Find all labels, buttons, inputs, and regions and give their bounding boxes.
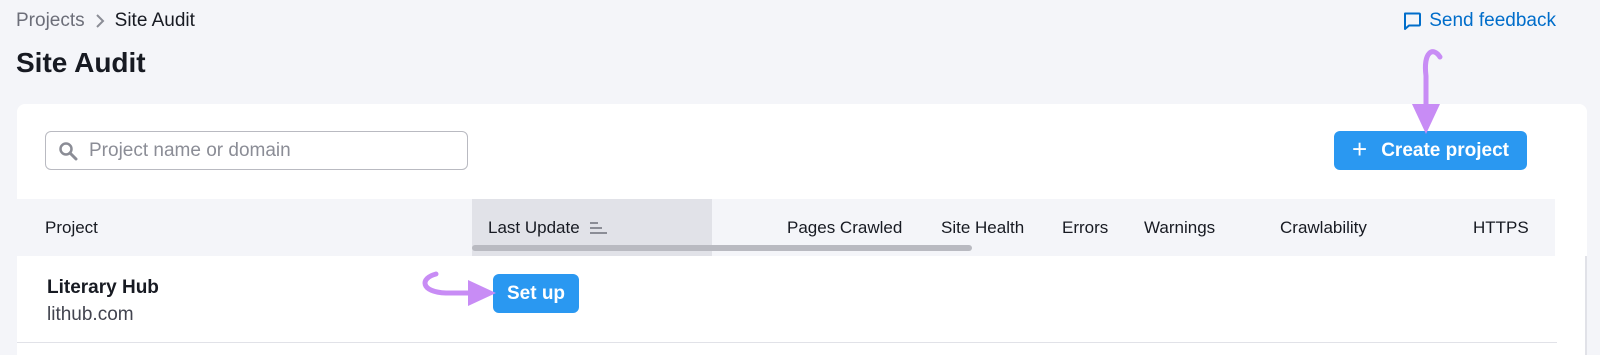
column-header-crawlability[interactable]: Crawlability — [1280, 199, 1367, 256]
page-title: Site Audit — [16, 47, 146, 78]
sort-icon — [589, 221, 607, 234]
annotation-arrow-right-icon — [422, 271, 496, 306]
column-header-project[interactable]: Project — [45, 199, 98, 256]
plus-icon: + — [1352, 134, 1368, 164]
chevron-right-icon — [85, 8, 115, 34]
message-square-icon — [1404, 12, 1422, 30]
column-header-https[interactable]: HTTPS — [1473, 199, 1529, 256]
set-up-button[interactable]: Set up — [493, 274, 579, 313]
projects-card: + Create project Project Last Update Pag… — [17, 104, 1587, 355]
table-row: Literary Hub lithub.com Set up — [17, 257, 1557, 343]
breadcrumb-current: Site Audit — [114, 10, 195, 31]
column-header-warnings[interactable]: Warnings — [1144, 199, 1215, 256]
create-project-label: Create project — [1381, 139, 1509, 161]
send-feedback-label: Send feedback — [1429, 10, 1556, 31]
card-divider — [1585, 256, 1587, 355]
project-domain: lithub.com — [47, 304, 134, 325]
breadcrumb: Projects Site Audit — [16, 8, 195, 34]
annotation-arrow-down-icon — [1412, 49, 1443, 134]
horizontal-scrollbar[interactable] — [472, 245, 972, 251]
search-box[interactable] — [45, 131, 468, 170]
scrollbar-thumb[interactable] — [472, 245, 972, 251]
search-input[interactable] — [89, 139, 449, 162]
column-header-last-update-label: Last Update — [488, 217, 580, 237]
send-feedback-link[interactable]: Send feedback — [1402, 8, 1556, 34]
column-header-errors[interactable]: Errors — [1062, 199, 1108, 256]
project-name[interactable]: Literary Hub — [47, 277, 159, 299]
breadcrumb-projects-link[interactable]: Projects — [16, 10, 85, 32]
site-audit-page: Projects Site Audit Site Audit Send feed… — [0, 0, 1600, 355]
search-icon — [59, 141, 78, 160]
